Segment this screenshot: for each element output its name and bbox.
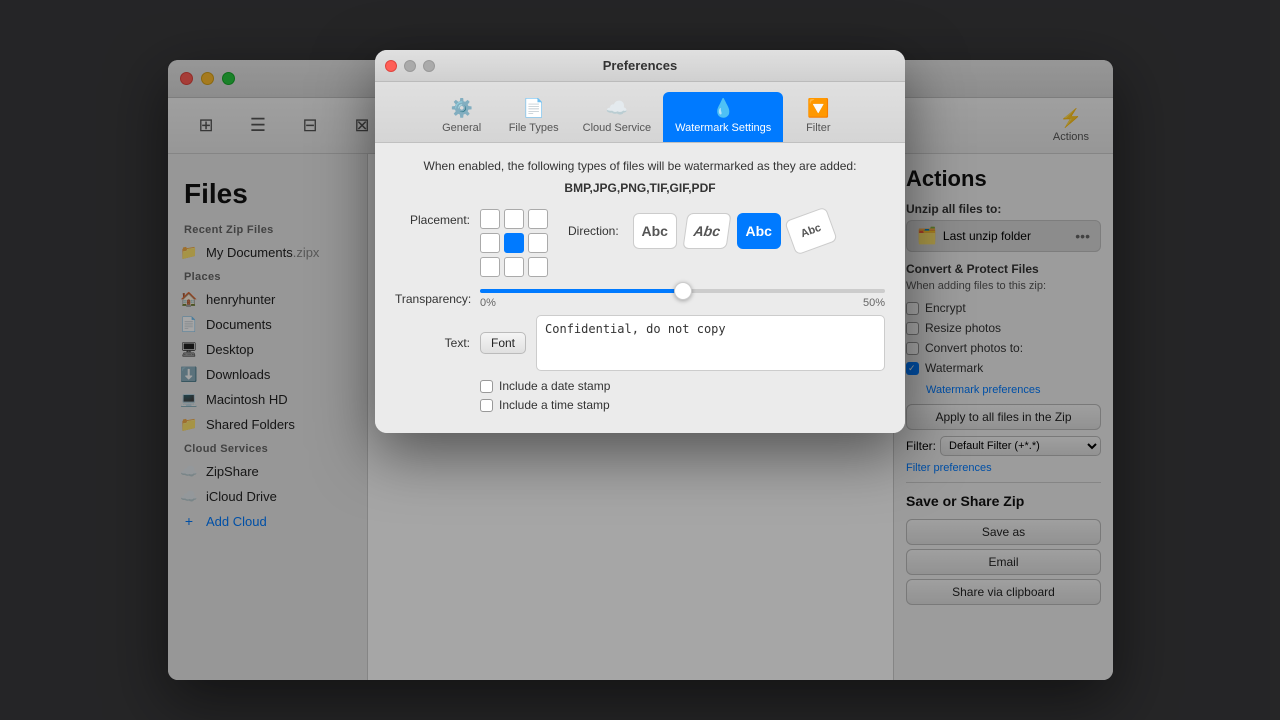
file-types-icon: 📄 (522, 98, 544, 119)
font-button[interactable]: Font (480, 332, 526, 354)
prefs-content: When enabled, the following types of fil… (375, 143, 905, 433)
prefs-dialog-title: Preferences (603, 58, 677, 73)
cloud-service-icon: ☁️ (606, 98, 628, 119)
placement-direction-row: Placement: (395, 209, 885, 277)
placement-cell-9[interactable] (528, 257, 548, 277)
direction-label: Direction: (568, 224, 619, 238)
tab-file-types-label: File Types (509, 122, 559, 134)
tab-filter[interactable]: 🔽 Filter (783, 92, 853, 142)
time-stamp-label: Include a time stamp (499, 398, 610, 412)
time-stamp-row: Include a time stamp (395, 398, 885, 412)
tab-general[interactable]: ⚙️ General (427, 92, 497, 142)
prefs-maximize-button[interactable] (423, 60, 435, 72)
time-stamp-checkbox[interactable] (480, 399, 493, 412)
prefs-minimize-button[interactable] (404, 60, 416, 72)
transparency-slider-track (480, 289, 885, 293)
prefs-title-bar: Preferences (375, 50, 905, 82)
prefs-file-types: BMP,JPG,PNG,TIF,GIF,PDF (395, 181, 885, 195)
prefs-description: When enabled, the following types of fil… (395, 159, 885, 173)
transparency-row: Transparency: 0% 50% (395, 289, 885, 309)
placement-cell-5[interactable] (504, 233, 524, 253)
prefs-close-button[interactable] (385, 60, 397, 72)
text-label: Text: (395, 336, 470, 350)
prefs-tabs: ⚙️ General 📄 File Types ☁️ Cloud Service… (375, 82, 905, 143)
slider-thumb (674, 282, 692, 300)
tab-filter-label: Filter (806, 122, 830, 134)
placement-cell-7[interactable] (480, 257, 500, 277)
filter-icon: 🔽 (807, 98, 829, 119)
date-stamp-row: Include a date stamp (395, 379, 885, 393)
transparency-label: Transparency: (395, 292, 470, 306)
watermark-icon: 💧 (712, 98, 734, 119)
preferences-dialog: Preferences ⚙️ General 📄 File Types ☁️ C… (375, 50, 905, 433)
placement-label: Placement: (395, 209, 470, 227)
direction-btn-italic[interactable]: Abc (682, 213, 731, 249)
modal-overlay: Preferences ⚙️ General 📄 File Types ☁️ C… (0, 0, 1280, 720)
placement-cell-2[interactable] (504, 209, 524, 229)
date-stamp-checkbox[interactable] (480, 380, 493, 393)
general-icon: ⚙️ (450, 98, 472, 119)
watermark-text-area[interactable]: Confidential, do not copy (536, 315, 885, 371)
placement-cell-8[interactable] (504, 257, 524, 277)
direction-btn-rotated[interactable]: Abc (784, 207, 838, 256)
direction-btn-normal[interactable]: Abc (633, 213, 677, 249)
tab-file-types[interactable]: 📄 File Types (497, 92, 571, 142)
direction-btn-selected[interactable]: Abc (737, 213, 781, 249)
direction-section: Direction: Abc Abc Abc Abc (548, 209, 885, 249)
tab-watermark-settings[interactable]: 💧 Watermark Settings (663, 92, 783, 142)
date-stamp-label: Include a date stamp (499, 379, 610, 393)
placement-grid (480, 209, 548, 277)
tab-cloud-service-label: Cloud Service (583, 122, 651, 134)
placement-cell-6[interactable] (528, 233, 548, 253)
tab-cloud-service[interactable]: ☁️ Cloud Service (571, 92, 663, 142)
placement-cell-4[interactable] (480, 233, 500, 253)
placement-cell-1[interactable] (480, 209, 500, 229)
tab-watermark-label: Watermark Settings (675, 122, 771, 134)
text-row: Text: Font Confidential, do not copy (395, 315, 885, 371)
placement-section: Placement: (395, 209, 548, 277)
tab-general-label: General (442, 122, 481, 134)
prefs-window-controls (385, 60, 435, 72)
placement-cell-3[interactable] (528, 209, 548, 229)
transparency-slider-container: 0% 50% (480, 289, 885, 309)
